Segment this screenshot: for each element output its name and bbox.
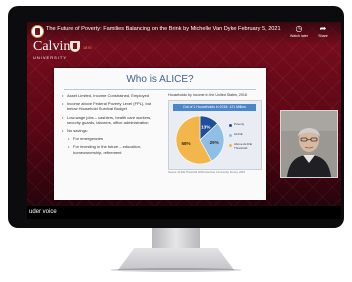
legend-label: Above ALICE Threshold: [234, 142, 252, 150]
brand-subtitle: UNIVERSITY: [33, 55, 68, 60]
slide-title: Who is ALICE?: [126, 74, 194, 85]
pie-chart-panel: Out of 1 Households in 2018: 121 Million…: [168, 100, 262, 170]
clock-icon: ◷: [295, 24, 303, 33]
watch-later-button[interactable]: ◷ Watch later: [289, 24, 309, 42]
slide-divider: [64, 89, 256, 90]
legend-label: Poverty: [234, 122, 245, 126]
video-actions: ◷ Watch later ➦ Share: [287, 24, 335, 42]
pie-label: 58%: [181, 141, 190, 146]
slide-bullet: No savings:: [62, 128, 158, 133]
brand-year: 1876: [83, 46, 92, 50]
watch-later-label: Watch later: [289, 34, 309, 38]
pie-chart: 13% 29% 58%: [175, 115, 225, 165]
monitor: The Future of Poverty: Families Balancin…: [8, 6, 344, 228]
video-title[interactable]: The Future of Poverty: Families Balancin…: [46, 26, 281, 32]
share-icon: ➦: [319, 24, 327, 33]
shield-icon: [70, 41, 80, 52]
slide-bullet-list: Asset Limited, Income Constrained, Emplo…: [62, 93, 158, 158]
slide-bullet: Asset Limited, Income Constrained, Emplo…: [62, 93, 158, 98]
video-player[interactable]: The Future of Poverty: Families Balancin…: [27, 22, 341, 219]
monitor-stand-neck: [152, 228, 200, 250]
speaker-webcam: [280, 110, 338, 178]
legend-swatch: [229, 144, 232, 147]
slide-bullet: For investing in the future – education,…: [68, 144, 158, 154]
slide-bullet: Income above Federal Poverty Level (FPL)…: [62, 101, 158, 111]
chart-header: Out of 1 Households in 2018: 121 Million: [173, 104, 256, 111]
speaker-image: [281, 111, 337, 177]
slide-bullet: For emergencies: [68, 136, 158, 141]
pie-label: 13%: [201, 124, 210, 129]
legend-label: ALICE: [234, 132, 243, 136]
caption-text: uder voice: [29, 209, 57, 215]
legend-swatch: [229, 124, 232, 127]
chart-title: Households by Income in the United State…: [168, 93, 247, 97]
monitor-stand-base: [118, 248, 234, 270]
channel-avatar[interactable]: [31, 25, 44, 38]
legend-item: Above ALICE Threshold: [229, 142, 259, 153]
pie-label: 29%: [210, 140, 219, 145]
presentation-slide: Who is ALICE? Asset Limited, Income Cons…: [54, 68, 266, 200]
share-button[interactable]: ➦ Share: [313, 24, 333, 42]
slide-bullet: Low-wage jobs – cashiers, health care wo…: [62, 115, 158, 125]
share-label: Share: [318, 34, 328, 38]
chart-legend: Poverty ALICE Above ALICE Threshold: [229, 122, 259, 153]
chart-source: Source: ALICE Threshold 2018 American Co…: [168, 171, 245, 174]
brand-name: Calvin: [33, 39, 71, 54]
calvin-university-logo: Calvin 1876 UNIVERSITY: [33, 39, 113, 65]
caption-bar: uder voice: [27, 206, 341, 219]
legend-swatch: [229, 134, 232, 137]
stand-shadow: [110, 268, 242, 272]
